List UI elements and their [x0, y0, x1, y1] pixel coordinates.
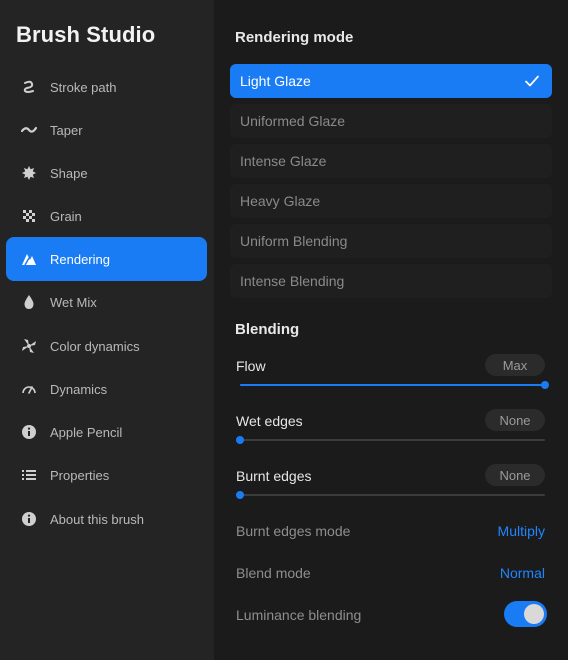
sidebar-item-apple-pencil[interactable]: Apple Pencil: [6, 410, 207, 454]
taper-icon: [19, 120, 39, 140]
luminance-blending-toggle[interactable]: [504, 601, 547, 627]
sidebar-item-label: Color dynamics: [50, 338, 140, 354]
mode-option-intense-blending[interactable]: Intense Blending: [230, 264, 552, 298]
flow-label: Flow: [236, 358, 266, 374]
mode-option-label: Heavy Glaze: [240, 193, 321, 209]
blend-mode-label: Blend mode: [236, 565, 311, 581]
sidebar: Brush Studio Stroke path Taper Shape Gra…: [0, 0, 214, 660]
sidebar-item-label: About this brush: [50, 511, 144, 527]
mode-option-heavy-glaze[interactable]: Heavy Glaze: [230, 184, 552, 218]
grain-icon: [19, 206, 39, 226]
sidebar-item-label: Dynamics: [50, 381, 108, 397]
about-icon: [19, 509, 39, 529]
wet-edges-slider-thumb[interactable]: [236, 436, 244, 444]
wet-edges-slider[interactable]: [236, 436, 545, 444]
flow-slider-fill: [240, 384, 545, 386]
sidebar-item-label: Shape: [50, 165, 88, 181]
sidebar-item-dynamics[interactable]: Dynamics: [6, 367, 207, 411]
blending-title: Blending: [235, 321, 300, 338]
wet-mix-icon: [19, 292, 39, 312]
mode-option-uniform-blending[interactable]: Uniform Blending: [230, 224, 552, 258]
sidebar-item-about[interactable]: About this brush: [6, 497, 207, 541]
burnt-edges-label: Burnt edges: [236, 468, 312, 484]
color-dynamics-icon: [19, 336, 39, 356]
toggle-knob: [524, 604, 544, 624]
burnt-edges-slider[interactable]: [236, 491, 545, 499]
stroke-path-icon: [19, 77, 39, 97]
sidebar-item-label: Apple Pencil: [50, 424, 123, 440]
dynamics-icon: [19, 379, 39, 399]
sidebar-item-stroke-path[interactable]: Stroke path: [6, 65, 207, 109]
sidebar-item-label: Stroke path: [50, 79, 117, 95]
sidebar-item-wet-mix[interactable]: Wet Mix: [6, 280, 207, 324]
sidebar-item-rendering[interactable]: Rendering: [6, 237, 207, 281]
mode-option-light-glaze[interactable]: Light Glaze: [230, 64, 552, 98]
burnt-edges-mode-label: Burnt edges mode: [236, 523, 351, 539]
mode-option-label: Intense Blending: [240, 273, 345, 289]
burnt-edges-value-pill[interactable]: None: [485, 464, 545, 486]
burnt-edges-mode-value[interactable]: Multiply: [498, 523, 545, 539]
mode-option-label: Intense Glaze: [240, 153, 327, 169]
checkmark-icon: [525, 75, 539, 87]
sidebar-item-label: Grain: [50, 208, 82, 224]
mode-option-label: Uniform Blending: [240, 233, 348, 249]
app-title: Brush Studio: [16, 22, 156, 47]
luminance-blending-label: Luminance blending: [236, 607, 362, 623]
sidebar-item-label: Taper: [50, 122, 83, 138]
mode-option-intense-glaze[interactable]: Intense Glaze: [230, 144, 552, 178]
sidebar-item-label: Rendering: [50, 251, 110, 267]
mode-option-label: Light Glaze: [240, 73, 311, 89]
wet-edges-value-pill[interactable]: None: [485, 409, 545, 431]
burnt-edges-slider-thumb[interactable]: [236, 491, 244, 499]
flow-slider-thumb[interactable]: [541, 381, 549, 389]
apple-pencil-icon: [19, 422, 39, 442]
sidebar-item-label: Wet Mix: [50, 294, 97, 310]
shape-icon: [19, 163, 39, 183]
sidebar-item-color-dynamics[interactable]: Color dynamics: [6, 324, 207, 368]
wet-edges-label: Wet edges: [236, 413, 303, 429]
sidebar-item-properties[interactable]: Properties: [6, 453, 207, 497]
properties-icon: [19, 465, 39, 485]
sidebar-item-grain[interactable]: Grain: [6, 194, 207, 238]
blend-mode-value[interactable]: Normal: [500, 565, 545, 581]
rendering-mode-title: Rendering mode: [235, 29, 354, 46]
flow-value-pill[interactable]: Max: [485, 354, 545, 376]
sidebar-item-taper[interactable]: Taper: [6, 108, 207, 152]
sidebar-item-shape[interactable]: Shape: [6, 151, 207, 195]
mode-option-label: Uniformed Glaze: [240, 113, 346, 129]
sidebar-item-label: Properties: [50, 467, 110, 483]
rendering-icon: [19, 249, 39, 269]
flow-slider[interactable]: [240, 381, 549, 389]
mode-option-uniformed-glaze[interactable]: Uniformed Glaze: [230, 104, 552, 138]
